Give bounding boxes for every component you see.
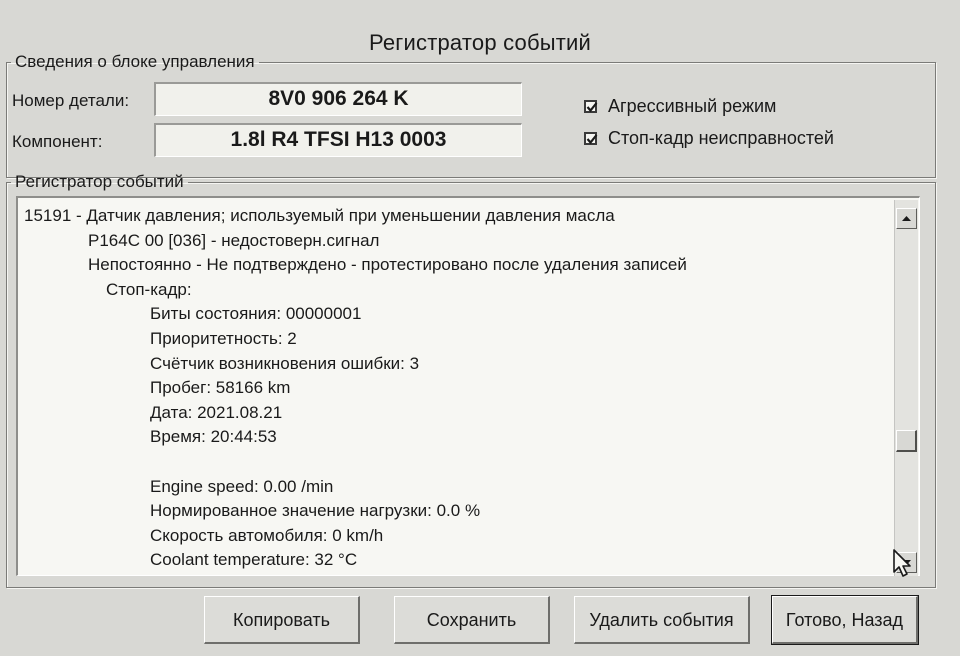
copy-button[interactable]: Копировать [204,596,360,644]
log-line: Дата: 2021.08.21 [150,402,283,422]
event-log-panel[interactable]: 15191 - Датчик давления; используемый пр… [16,196,920,576]
mouse-cursor-icon [893,549,911,577]
log-line: Биты состояния: 00000001 [150,304,362,324]
component-field: 1.8l R4 TFSI H13 0003 [154,123,522,157]
log-line: Стоп-кадр: [106,279,192,299]
freeze-frame-check-icon[interactable] [584,132,598,145]
log-line: Счётчик возникновения ошибки: 3 [150,353,420,373]
delete-events-button[interactable]: Удалить события [574,596,750,644]
done-back-button[interactable]: Готово, Назад [771,595,919,645]
aggressive-mode-check-icon[interactable] [584,100,598,113]
log-line: Пробег: 58166 km [150,378,291,398]
part-number-field: 8V0 906 264 K [154,82,522,116]
log-line: Непостоянно - Не подтверждено - протести… [88,255,687,275]
ecu-info-legend: Сведения о блоке управления [15,52,255,71]
arrow-up-icon [902,216,911,221]
log-line: Coolant temperature: 32 °C [150,550,358,570]
part-number-label: Номер детали: [12,91,130,110]
log-line: Engine speed: 0.00 /min [150,476,334,496]
scroll-up-button[interactable] [896,208,917,229]
freeze-frame-label: Стоп-кадр неисправностей [608,128,834,148]
aggressive-mode-checkbox[interactable]: Агрессивный режим [584,96,776,117]
event-log-legend: Регистратор событий [15,172,184,191]
log-line: Нормированное значение нагрузки: 0.0 % [150,501,481,521]
component-label: Компонент: [12,132,103,151]
event-log-scrollbar[interactable] [894,200,918,576]
aggressive-mode-label: Агрессивный режим [608,96,777,116]
freeze-frame-checkbox[interactable]: Стоп-кадр неисправностей [584,128,834,149]
log-line: Скорость автомобиля: 0 km/h [150,525,384,545]
save-button[interactable]: Сохранить [394,596,550,644]
log-line: 15191 - Датчик давления; используемый пр… [24,206,615,225]
log-line: Приоритетность: 2 [150,328,297,348]
event-log-text: 15191 - Датчик давления; используемый пр… [24,204,896,573]
scroll-thumb[interactable] [896,430,917,452]
log-line: P164C 00 [036] - недостоверн.сигнал [88,230,380,250]
log-line: Время: 20:44:53 [150,427,277,447]
